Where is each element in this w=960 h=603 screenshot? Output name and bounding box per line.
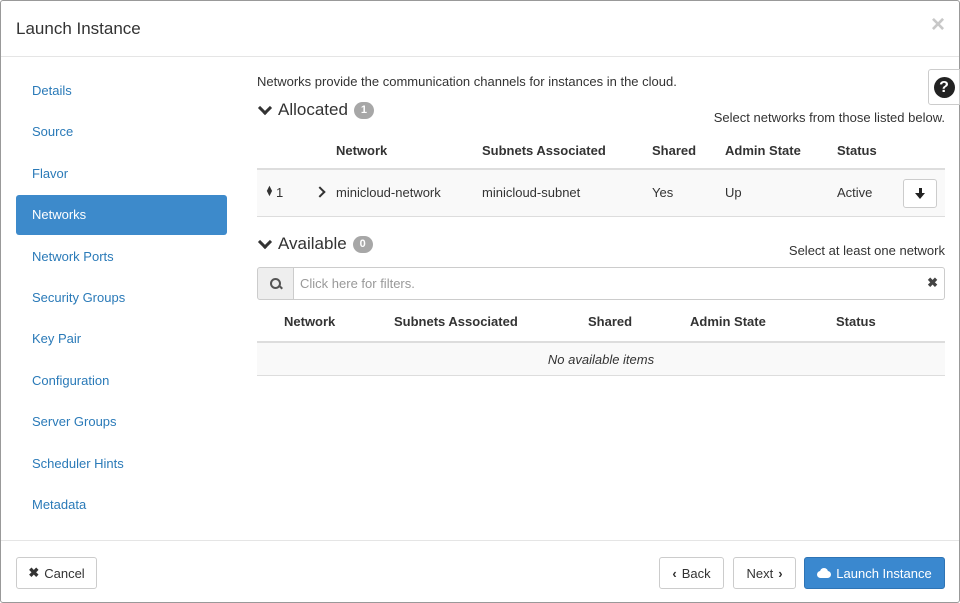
available-title: Available [278,234,347,253]
sidebar-item-networks[interactable]: Networks [16,195,227,236]
wizard-sidebar: Details Source Flavor Networks Network P… [16,71,227,526]
sidebar-item-network-ports[interactable]: Network Ports [16,237,227,277]
sidebar-item-details[interactable]: Details [16,71,227,111]
back-button[interactable]: ‹ Back [659,557,724,589]
allocated-col-shared: Shared [652,143,697,158]
sidebar-item-source[interactable]: Source [16,112,227,152]
launch-instance-dialog: Launch Instance × Details Source Flavor … [0,0,960,603]
allocated-col-status: Status [837,143,877,158]
clear-filter-icon[interactable]: ✖ [927,275,938,291]
filter-bar: ✖ [257,267,945,300]
available-col-subnets: Subnets Associated [394,314,518,329]
reorder-handle-icon[interactable]: ▲ ▼ [265,184,274,198]
available-col-admin-state: Admin State [690,314,766,329]
allocated-col-subnets: Subnets Associated [482,143,606,158]
dialog-footer: ✖ Cancel ‹ Back Next › Launch Instance [1,540,959,603]
next-button[interactable]: Next › [733,557,796,589]
launch-instance-button[interactable]: Launch Instance [804,557,945,589]
help-icon: ? [933,76,955,98]
allocated-section-toggle[interactable]: Allocated 1 [257,100,374,120]
chevron-down-icon [257,100,273,115]
cell-status: Active [837,185,873,200]
sidebar-item-metadata[interactable]: Metadata [16,485,227,525]
sidebar-item-key-pair[interactable]: Key Pair [16,319,227,359]
available-col-shared: Shared [588,314,633,329]
launch-label: Launch Instance [836,565,932,581]
deallocate-button[interactable] [903,179,937,208]
next-label: Next [746,565,774,581]
row-order: 1 [276,185,284,200]
sidebar-item-security-groups[interactable]: Security Groups [16,278,227,318]
allocated-hint: Select networks from those listed below. [713,110,945,125]
empty-table-message: No available items [257,341,945,376]
allocated-col-admin-state: Admin State [725,143,801,158]
sidebar-item-flavor[interactable]: Flavor [16,154,227,194]
search-addon [257,267,294,300]
available-col-network: Network [284,314,336,329]
allocated-row-divider [257,216,945,217]
cell-network: minicloud-network [336,185,441,200]
allocated-title: Allocated [278,100,348,119]
cell-admin-state: Up [725,185,742,200]
dialog-title: Launch Instance [16,19,141,38]
cell-shared: Yes [652,185,674,200]
available-count-badge: 0 [352,235,373,253]
search-icon [269,277,282,290]
allocated-col-network: Network [336,143,388,158]
close-icon: ✖ [28,565,40,580]
cancel-button[interactable]: ✖ Cancel [16,557,97,589]
cancel-label: Cancel [44,565,85,581]
cloud-upload-icon [817,568,832,578]
sidebar-item-configuration[interactable]: Configuration [16,361,227,401]
chevron-right-icon: › [778,565,783,581]
help-button[interactable]: ? [928,69,960,105]
cell-subnets: minicloud-subnet [482,185,581,200]
available-hint: Select at least one network [788,243,945,258]
available-col-status: Status [836,314,876,329]
arrow-down-icon [915,187,925,200]
sidebar-item-scheduler-hints[interactable]: Scheduler Hints [16,444,227,484]
chevron-left-icon: ‹ [672,565,677,581]
dialog-header: Launch Instance × [1,1,959,57]
filter-input[interactable] [294,267,945,300]
close-icon[interactable]: × [931,13,945,37]
allocated-count-badge: 1 [353,101,374,119]
sidebar-item-server-groups[interactable]: Server Groups [16,402,227,442]
available-section-toggle[interactable]: Available 0 [257,234,373,254]
back-label: Back [681,565,711,581]
panel-description: Networks provide the communication chann… [257,74,677,89]
chevron-down-icon [257,234,273,249]
